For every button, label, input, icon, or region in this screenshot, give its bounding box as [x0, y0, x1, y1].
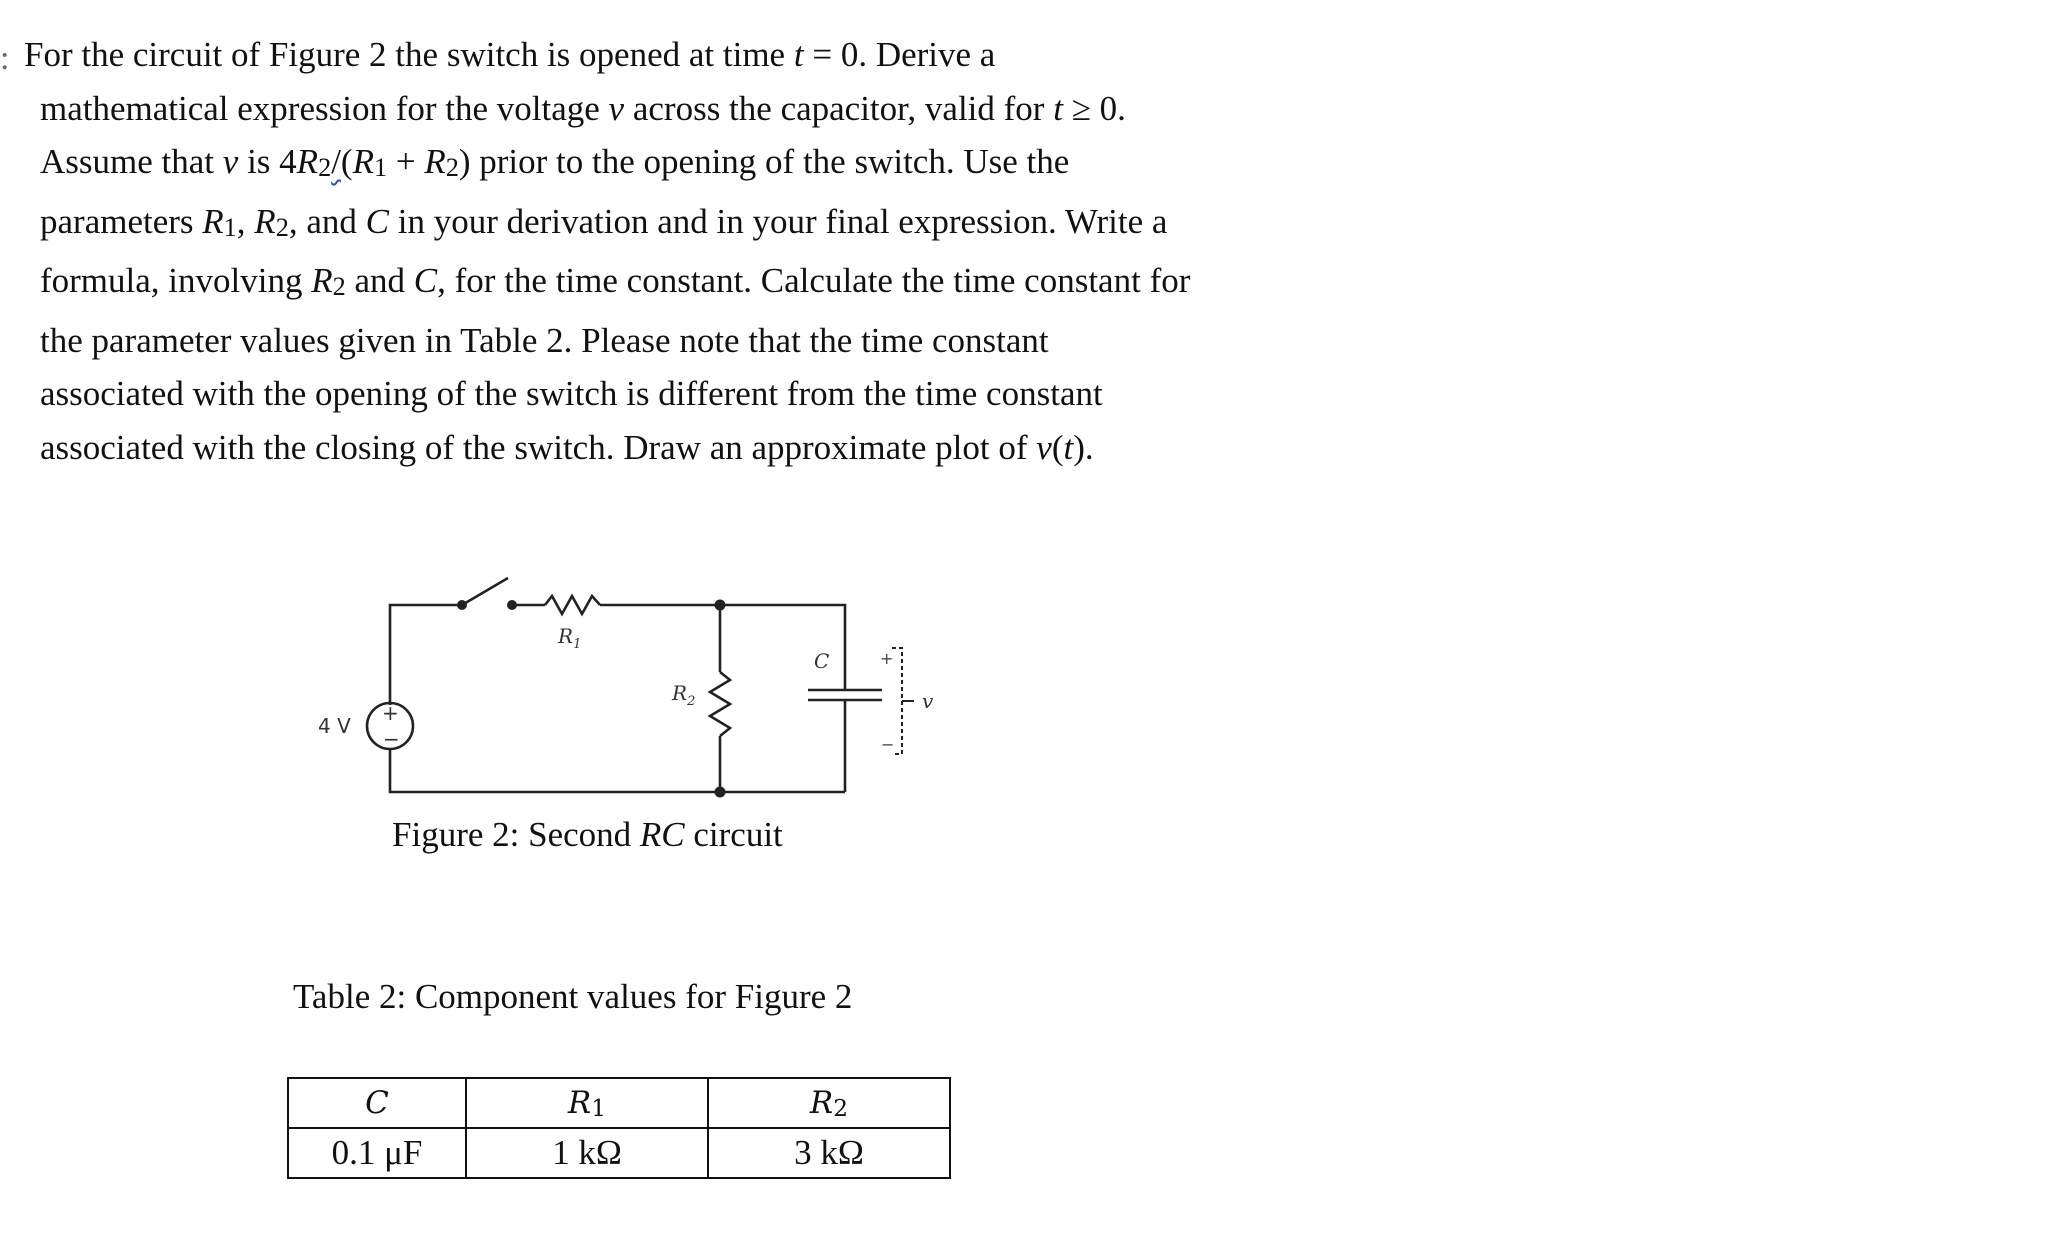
- header-cell-r1: R1: [465, 1077, 709, 1129]
- header-cell-c: C: [287, 1077, 467, 1129]
- node-top: [714, 599, 726, 611]
- math-symbol: v: [222, 142, 239, 181]
- table-header-row: C R1 R2: [287, 1077, 951, 1129]
- c-label: C: [814, 649, 829, 673]
- value-cell-r2: 3 kΩ: [707, 1127, 951, 1179]
- value-cell-r1: 1 kΩ: [465, 1127, 709, 1179]
- math-symbol: R2: [424, 142, 459, 183]
- problem-line: formula, involving R2 and C, for the tim…: [40, 261, 1191, 302]
- switch-contact-left: [457, 600, 467, 610]
- math-symbol: R1: [352, 142, 388, 183]
- problem-line: associated with the closing of the switc…: [40, 427, 1094, 467]
- resistor-r2: [707, 670, 733, 738]
- problem-line: For the circuit of Figure 2 the switch i…: [24, 35, 996, 74]
- math-symbol: v: [608, 88, 625, 128]
- wire-left-top: [388, 603, 462, 705]
- source-minus: −: [383, 727, 400, 751]
- resistor-r1: [543, 593, 601, 617]
- r2-label: R2: [671, 681, 695, 709]
- problem-line: the parameter values given in Table 2. P…: [40, 320, 1049, 360]
- source-plus: +: [382, 701, 399, 725]
- math-symbol: t: [1063, 427, 1074, 467]
- header-cell-r2: R2: [707, 1077, 951, 1129]
- math-symbol: R2: [296, 142, 332, 183]
- v-plus: +: [880, 649, 893, 668]
- switch-contact-right: [507, 600, 517, 610]
- r1-label: R1: [557, 624, 581, 652]
- math-symbol: t: [1053, 88, 1063, 128]
- math-symbol: C: [413, 261, 438, 301]
- spellcheck-squiggle: /: [331, 142, 341, 181]
- problem-line: Assume that v is 4R2/(R1 + R2) prior to …: [40, 142, 1070, 183]
- math-symbol: C: [365, 201, 389, 241]
- source-label: 4 V: [318, 714, 351, 738]
- node-bottom: [714, 786, 726, 798]
- v-minus: −: [881, 735, 894, 754]
- table-caption: Table 2: Component values for Figure 2: [293, 977, 853, 1016]
- math-symbol: v: [1036, 427, 1052, 467]
- value-cell-c: 0.1 μF: [287, 1127, 467, 1179]
- switch-blade: [461, 576, 509, 607]
- list-bullet: :: [0, 40, 10, 77]
- math-symbol: R2: [254, 201, 289, 242]
- problem-line: parameters R1, R2, and C in your derivat…: [40, 201, 1168, 242]
- wire-bottom: [388, 748, 845, 794]
- problem-line: associated with the opening of the switc…: [40, 374, 1103, 414]
- component-values-table: C R1 R2 0.1 μF 1 kΩ 3 kΩ: [287, 1077, 951, 1179]
- circuit-diagram: 4 V + − R1 R2 C v + −: [318, 576, 934, 798]
- problem-line: mathematical expression for the voltage …: [40, 88, 1126, 128]
- problem-statement: For the circuit of Figure 2 the switch i…: [24, 28, 1444, 474]
- table-row: 0.1 μF 1 kΩ 3 kΩ: [287, 1127, 951, 1179]
- math-symbol: R2: [311, 261, 346, 302]
- wire-top-right: [720, 603, 847, 690]
- v-label: v: [922, 689, 934, 713]
- math-symbol: R1: [202, 201, 237, 242]
- figure-caption: Figure 2: Second RC circuit: [392, 815, 783, 854]
- math-symbol: t: [793, 35, 804, 74]
